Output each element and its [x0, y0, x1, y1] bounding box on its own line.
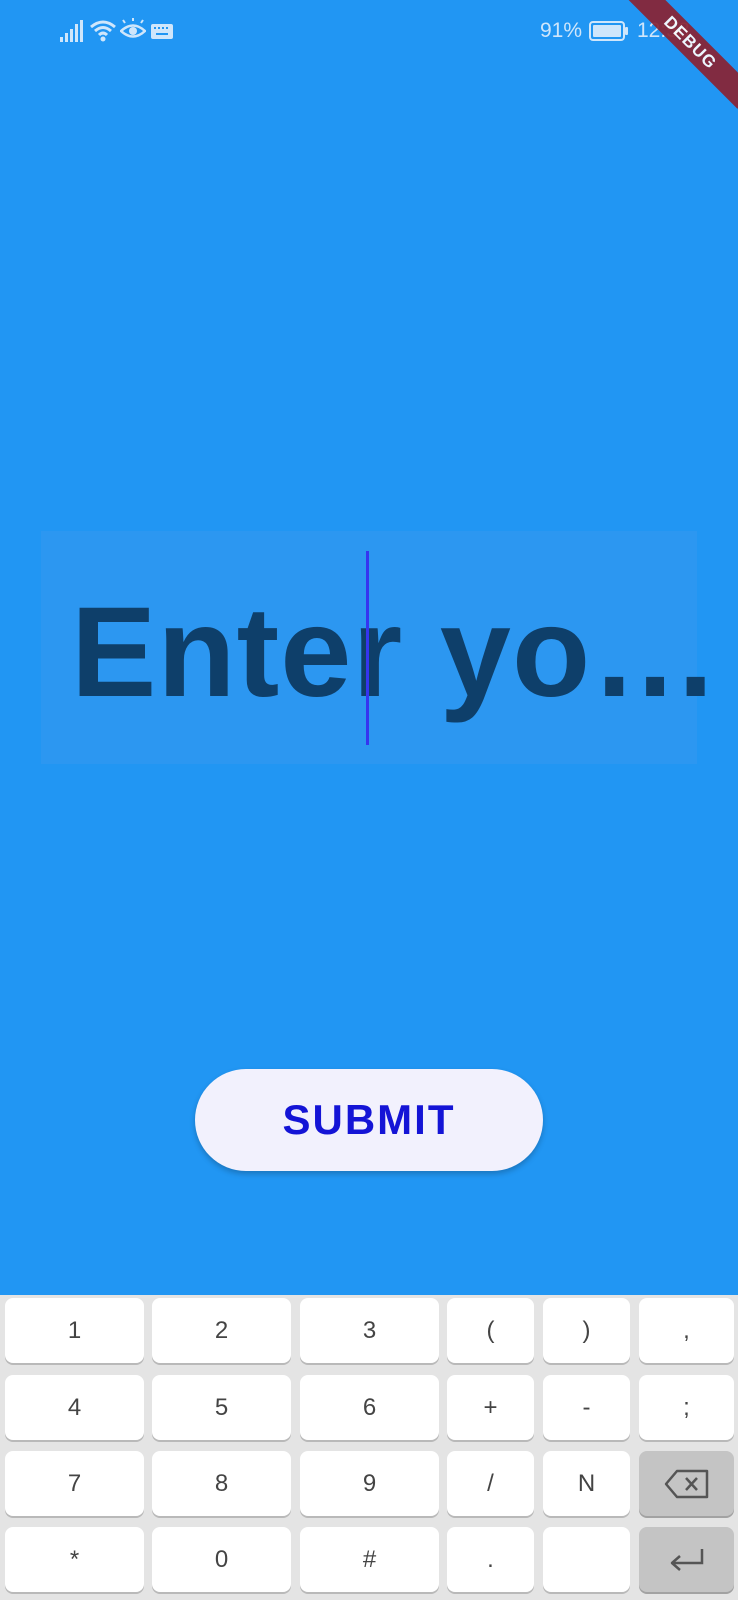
submit-button[interactable]: SUBMIT	[195, 1069, 543, 1171]
key-6[interactable]: 6	[300, 1375, 439, 1440]
key-hash[interactable]: #	[300, 1527, 439, 1592]
key-3[interactable]: 3	[300, 1298, 439, 1363]
keyboard-icon	[151, 24, 173, 39]
key-minus[interactable]: -	[543, 1375, 630, 1440]
key-n[interactable]: N	[543, 1451, 630, 1516]
key-semicolon[interactable]: ;	[639, 1375, 734, 1440]
key-blank[interactable]	[543, 1527, 630, 1592]
signal-icon	[60, 20, 83, 42]
key-8[interactable]: 8	[152, 1451, 291, 1516]
text-input[interactable]: Enter yo…	[41, 531, 719, 764]
key-0[interactable]: 0	[152, 1527, 291, 1592]
key-slash[interactable]: /	[447, 1451, 534, 1516]
key-plus[interactable]: +	[447, 1375, 534, 1440]
battery-percent: 91%	[540, 19, 583, 42]
wifi-icon	[90, 20, 116, 42]
backspace-key[interactable]	[639, 1451, 734, 1516]
key-open-paren[interactable]: (	[447, 1298, 534, 1363]
key-comma[interactable]: ,	[639, 1298, 734, 1363]
key-close-paren[interactable]: )	[543, 1298, 630, 1363]
backspace-icon	[664, 1469, 708, 1498]
enter-icon	[670, 1548, 703, 1571]
key-asterisk[interactable]: *	[5, 1527, 144, 1592]
debug-banner-container: DEBUG	[618, 0, 738, 120]
numeric-keyboard: 1 2 3 ( ) , 4 5 6 + - ; 7 8 9 / N * 0 # …	[0, 1295, 738, 1600]
key-period[interactable]: .	[447, 1527, 534, 1592]
enter-key[interactable]	[639, 1527, 734, 1592]
debug-banner: DEBUG	[624, 0, 738, 109]
key-2[interactable]: 2	[152, 1298, 291, 1363]
eye-icon	[120, 18, 146, 38]
key-5[interactable]: 5	[152, 1375, 291, 1440]
text-input-value: Enter yo…	[71, 581, 721, 724]
key-9[interactable]: 9	[300, 1451, 439, 1516]
key-1[interactable]: 1	[5, 1298, 144, 1363]
key-7[interactable]: 7	[5, 1451, 144, 1516]
text-cursor	[366, 551, 369, 745]
key-4[interactable]: 4	[5, 1375, 144, 1440]
